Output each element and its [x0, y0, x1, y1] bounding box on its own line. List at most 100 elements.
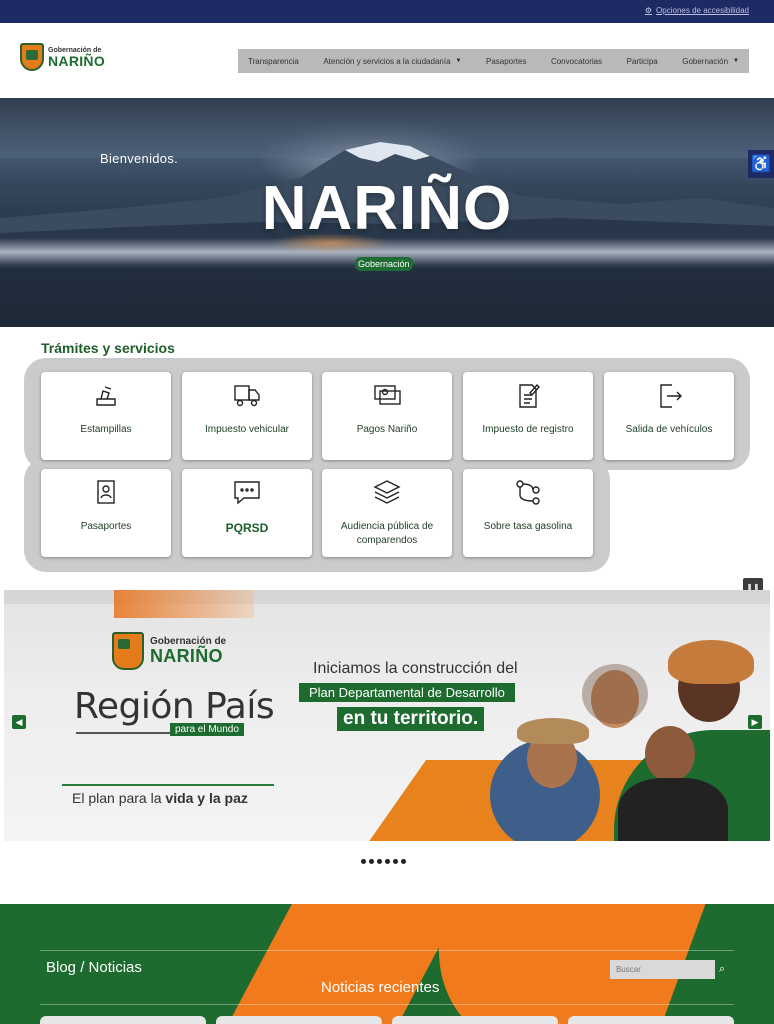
news-cards: [40, 1016, 734, 1024]
flow-icon: [511, 478, 545, 506]
logo-line2: NARIÑO: [48, 52, 106, 69]
accessibility-options-label: Opciones de accesibilidad: [656, 6, 749, 15]
banner-headline-3: en tu territorio.: [337, 707, 485, 731]
nav-item-label: Gobernación: [682, 56, 729, 66]
plan-prefix: El plan para la: [72, 790, 166, 806]
layers-icon: [370, 478, 404, 506]
carousel-dot[interactable]: [361, 859, 366, 864]
carousel-dot[interactable]: [401, 859, 406, 864]
service-card-estampillas[interactable]: Estampillas: [41, 372, 171, 460]
payment-icon: [370, 381, 404, 409]
nav-item-pasaportes[interactable]: Pasaportes: [486, 57, 526, 66]
hair-image: [582, 664, 648, 724]
nav-item-label: Pasaportes: [485, 56, 527, 66]
banner-region-title: Región País: [74, 686, 275, 727]
carousel-dot[interactable]: [385, 859, 390, 864]
accessibility-options-link[interactable]: ⚙ Opciones de accesibilidad: [645, 6, 749, 15]
news-section: Blog / Noticias Noticias recientes ⌕: [0, 904, 774, 1024]
divider: [40, 950, 734, 951]
banner-divider: [76, 732, 171, 734]
plan-bold: vida y la paz: [165, 790, 248, 806]
banner-orange-accent: [114, 590, 254, 618]
service-card-label: Pagos Nariño: [356, 424, 418, 435]
service-card-label: Estampillas: [80, 424, 132, 435]
carousel-dot[interactable]: [369, 859, 374, 864]
caret-down-icon: ▼: [733, 58, 739, 64]
service-card-label: Audiencia pública de comparendos: [340, 521, 434, 546]
exit-icon: [652, 381, 686, 409]
nav-item-atencion[interactable]: Atención y servicios a la ciudadanía ▼: [323, 57, 461, 66]
service-card-label: Impuesto vehicular: [205, 424, 289, 435]
stamp-icon: [89, 381, 123, 409]
service-card-label: Impuesto de registro: [482, 424, 574, 435]
hero-title: NARIÑO: [261, 174, 513, 243]
service-card-pagos-narino[interactable]: Pagos Nariño: [322, 372, 452, 460]
service-card-salida-vehiculos[interactable]: Salida de vehículos: [604, 372, 734, 460]
news-card[interactable]: [568, 1016, 734, 1024]
nav-item-label: Atención y servicios a la ciudadanía: [323, 56, 451, 66]
hero-badge: Gobernación: [355, 257, 413, 271]
carousel-slide[interactable]: Gobernación de NARIÑO Región País para e…: [4, 590, 770, 841]
main-nav: Transparencia Atención y servicios a la …: [238, 49, 749, 73]
banner-logo-text: Gobernación de NARIÑO: [150, 637, 226, 666]
wheelchair-icon[interactable]: ♿: [748, 150, 774, 178]
service-card-sobretasa[interactable]: Sobre tasa gasolina: [463, 469, 593, 557]
logo-text: Gobernación de NARIÑO: [48, 47, 105, 68]
sombrero-image: [668, 640, 754, 684]
service-card-pasaportes[interactable]: Pasaportes: [41, 469, 171, 557]
news-search-input[interactable]: [610, 960, 715, 979]
banner-headline-2: Plan Departamental de Desarrollo: [299, 683, 515, 702]
service-card-label: PQRSD: [225, 521, 269, 535]
person-photo: [618, 778, 728, 841]
service-card-pqrsd[interactable]: PQRSD: [182, 469, 312, 557]
document-edit-icon: [511, 381, 545, 409]
news-card[interactable]: [216, 1016, 382, 1024]
hero-banner: Bienvenidos. NARIÑO Gobernación: [0, 98, 774, 327]
banner-green-line: [62, 784, 274, 786]
carousel-dot[interactable]: [393, 859, 398, 864]
banner-logo-line2: NARIÑO: [150, 646, 223, 666]
service-card-label: Salida de vehículos: [625, 424, 713, 435]
nav-item-convocatorias[interactable]: Convocatorias: [551, 57, 602, 66]
banner-headline-1: Iniciamos la construcción del: [313, 660, 518, 677]
service-card-impuesto-vehicular[interactable]: Impuesto vehicular: [182, 372, 312, 460]
nav-item-label: Participa: [626, 56, 658, 66]
hero-welcome: Bienvenidos.: [100, 151, 179, 166]
site-logo[interactable]: Gobernación de NARIÑO: [20, 43, 105, 71]
nav-item-participa[interactable]: Participa: [627, 57, 658, 66]
search-icon[interactable]: ⌕: [719, 963, 725, 976]
service-card-label: Pasaportes: [80, 521, 132, 532]
service-card-label: Sobre tasa gasolina: [483, 521, 573, 532]
coat-of-arms-icon: [112, 632, 144, 670]
service-card-impuesto-registro[interactable]: Impuesto de registro: [463, 372, 593, 460]
banner-logo: Gobernación de NARIÑO: [112, 632, 226, 670]
carousel-prev-button[interactable]: ◀: [12, 715, 26, 729]
passport-icon: [89, 478, 123, 506]
site-header: Gobernación de NARIÑO Transparencia Aten…: [0, 23, 774, 98]
divider: [40, 1004, 734, 1005]
person-face: [645, 726, 695, 782]
chat-icon: [230, 478, 264, 506]
nav-item-gobernacion[interactable]: Gobernación ▼: [682, 57, 739, 66]
coat-of-arms-icon: [20, 43, 44, 71]
truck-icon: [230, 381, 264, 409]
nav-item-transparencia[interactable]: Transparencia: [248, 57, 299, 66]
orange-band: [217, 904, 473, 1024]
hat-image: [517, 718, 589, 744]
service-card-audiencia[interactable]: Audiencia pública de comparendos: [322, 469, 452, 557]
banner-region-subtitle: para el Mundo: [170, 723, 244, 736]
gear-icon: ⚙: [644, 6, 653, 15]
nav-item-label: Convocatorias: [550, 56, 603, 66]
caret-down-icon: ▼: [455, 58, 462, 64]
blog-title: Blog / Noticias: [46, 959, 142, 976]
banner-plan-text: El plan para la vida y la paz: [72, 790, 248, 806]
top-bar: ⚙ Opciones de accesibilidad: [0, 0, 774, 23]
news-card[interactable]: [40, 1016, 206, 1024]
carousel-indicators: [361, 859, 406, 864]
recent-news-title: Noticias recientes: [321, 979, 440, 996]
nav-item-label: Transparencia: [248, 56, 299, 66]
news-card[interactable]: [392, 1016, 558, 1024]
tramites-title: Trámites y servicios: [41, 340, 175, 356]
carousel-dot[interactable]: [377, 859, 382, 864]
carousel-next-button[interactable]: ▶: [748, 715, 762, 729]
